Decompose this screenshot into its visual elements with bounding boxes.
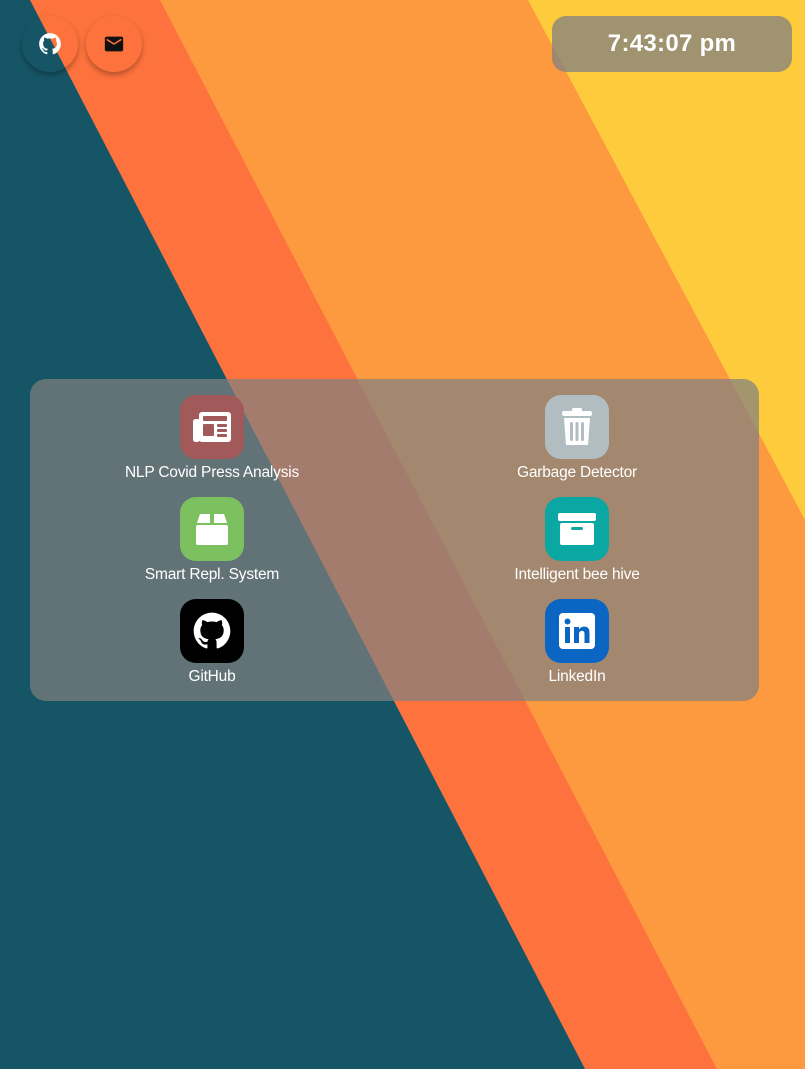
app-garbage-detector[interactable]: Garbage Detector xyxy=(457,395,697,493)
newspaper-icon xyxy=(193,412,231,442)
github-icon xyxy=(39,33,61,55)
app-label: Garbage Detector xyxy=(516,464,637,481)
app-icon-tile xyxy=(180,395,244,459)
trash-icon xyxy=(562,408,592,445)
app-intelligent-bee-hive[interactable]: Intelligent bee hive xyxy=(457,497,697,595)
app-github[interactable]: GitHub xyxy=(92,599,332,697)
package-icon xyxy=(196,514,228,545)
app-linkedin[interactable]: LinkedIn xyxy=(457,599,697,697)
app-smart-repl-system[interactable]: Smart Repl. System xyxy=(92,497,332,595)
github-button[interactable] xyxy=(22,16,78,72)
app-icon-tile xyxy=(545,599,609,663)
app-label: GitHub xyxy=(188,668,236,685)
mail-button[interactable] xyxy=(86,16,142,72)
app-label: Intelligent bee hive xyxy=(514,566,640,583)
mail-icon xyxy=(104,36,124,52)
app-icon-tile xyxy=(180,497,244,561)
app-label: Smart Repl. System xyxy=(144,566,280,583)
app-nlp-covid-press-analysis[interactable]: NLP Covid Press Analysis xyxy=(92,395,332,493)
app-launcher: NLP Covid Press Analysis Garbage Detecto… xyxy=(30,379,759,701)
app-icon-tile xyxy=(180,599,244,663)
clock: 7:43:07 pm xyxy=(552,16,792,72)
github-icon xyxy=(193,612,231,649)
app-icon-tile xyxy=(545,497,609,561)
linkedin-icon xyxy=(559,613,595,649)
clock-time: 7:43:07 pm xyxy=(607,30,737,57)
archive-icon xyxy=(558,513,596,545)
app-label: NLP Covid Press Analysis xyxy=(124,464,300,481)
app-icon-tile xyxy=(545,395,609,459)
app-label: LinkedIn xyxy=(548,668,606,685)
